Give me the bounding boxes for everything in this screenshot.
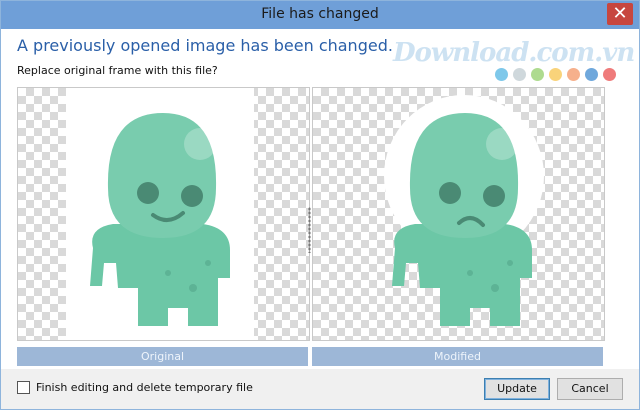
watermark-dot: [567, 68, 580, 81]
dialog-prompt: Replace original frame with this file?: [17, 64, 218, 77]
watermark-dots: [495, 68, 616, 81]
dialog-content: A previously opened image has been chang…: [1, 29, 639, 409]
panel-splitter[interactable]: [308, 207, 311, 253]
original-character-image: [66, 88, 254, 340]
watermark-dot: [531, 68, 544, 81]
original-image-panel: [17, 87, 310, 341]
dialog-footer: Finish editing and delete temporary file…: [1, 369, 639, 409]
watermark-dot: [513, 68, 526, 81]
original-label: Original: [17, 347, 308, 366]
finish-editing-label[interactable]: Finish editing and delete temporary file: [36, 381, 253, 394]
watermark-logo: Download.com.vn: [393, 38, 635, 68]
finish-editing-option[interactable]: Finish editing and delete temporary file: [17, 381, 253, 394]
finish-editing-checkbox[interactable]: [17, 381, 30, 394]
modified-character-image: [384, 95, 544, 326]
dialog-window: File has changed ✕ A previously opened i…: [0, 0, 640, 410]
title-bar[interactable]: File has changed ✕: [1, 1, 639, 29]
dialog-headline: A previously opened image has been chang…: [17, 36, 393, 55]
watermark-dot: [549, 68, 562, 81]
watermark-dot: [495, 68, 508, 81]
update-button[interactable]: Update: [484, 378, 550, 400]
window-title: File has changed: [261, 6, 379, 22]
modified-image-panel: [312, 87, 605, 341]
cancel-button[interactable]: Cancel: [557, 378, 623, 400]
watermark-dot: [603, 68, 616, 81]
watermark-dot: [585, 68, 598, 81]
modified-label: Modified: [312, 347, 603, 366]
close-button[interactable]: ✕: [607, 3, 633, 25]
